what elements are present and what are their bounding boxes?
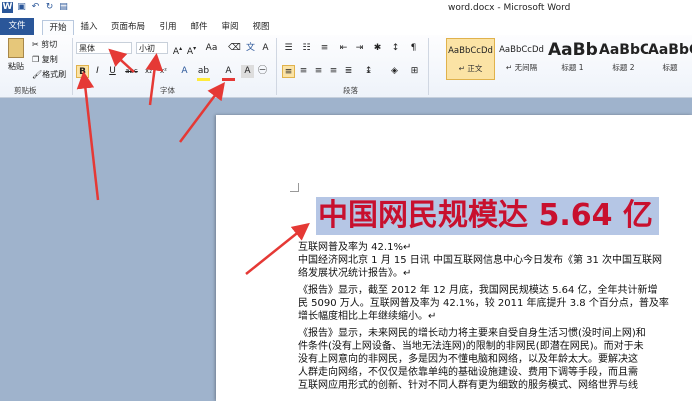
arrow-to-font-size bbox=[145, 53, 164, 106]
arrow-to-font-color bbox=[179, 82, 225, 143]
annotation-arrows bbox=[76, 48, 310, 275]
arrow-to-heading bbox=[245, 222, 310, 275]
arrow-to-bold bbox=[76, 71, 100, 201]
arrow-to-font-family bbox=[108, 48, 135, 73]
